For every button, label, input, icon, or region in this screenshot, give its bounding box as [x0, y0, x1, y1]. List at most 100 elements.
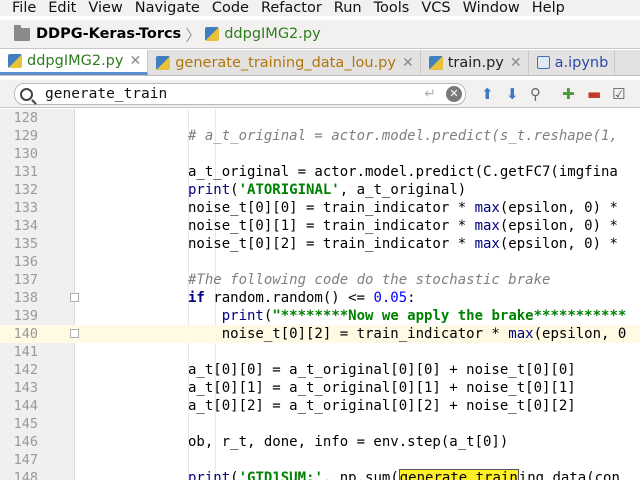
code-editor[interactable]: 128 129 # a_t_original = actor.model.predi…: [0, 109, 640, 480]
code-line[interactable]: 129 # a_t_original = actor.model.predict(…: [0, 127, 640, 145]
clear-search-icon[interactable]: ✕: [446, 86, 462, 102]
python-file-icon: [205, 27, 220, 41]
search-input[interactable]: generate_train: [45, 86, 424, 102]
line-number: 135: [13, 236, 38, 252]
remove-selection-icon[interactable]: ▬: [587, 85, 601, 103]
previous-occurrence-icon[interactable]: ⬆: [481, 85, 494, 103]
search-field[interactable]: generate_train ↵ ✕: [14, 83, 466, 105]
tab-train[interactable]: train.py ✕: [421, 50, 529, 75]
code-line[interactable]: 136: [0, 253, 640, 271]
line-number: 139: [13, 308, 38, 324]
tab-label: ddpgIMG2.py: [27, 53, 124, 69]
line-number: 146: [13, 434, 38, 450]
line-number: 136: [13, 254, 38, 270]
menu-refactor[interactable]: Refactor: [255, 0, 328, 16]
line-number: 133: [13, 200, 38, 216]
breadcrumb-file-label: ddpgIMG2.py: [224, 26, 321, 42]
menu-navigate[interactable]: Navigate: [129, 0, 206, 16]
menu-file[interactable]: File: [0, 0, 42, 16]
code-text[interactable]: # a_t_original = actor.model.predict(s_t…: [188, 127, 618, 145]
tab-a-ipynb[interactable]: a.ipynb: [529, 50, 616, 75]
code-text[interactable]: a_t[0][1] = a_t_original[0][1] + noise_t…: [188, 379, 576, 397]
code-line[interactable]: 145: [0, 415, 640, 433]
code-line[interactable]: 146 ob, r_t, done, info = env.step(a_t[0]…: [0, 433, 640, 451]
code-text[interactable]: #The following code do the stochastic br…: [188, 271, 550, 289]
line-number: 128: [13, 110, 38, 126]
select-all-occurrences-icon[interactable]: ☑: [612, 85, 625, 103]
code-text[interactable]: print("********Now we apply the brake***…: [188, 307, 627, 325]
code-line[interactable]: 128: [0, 109, 640, 127]
code-line[interactable]: 133 noise_t[0][0] = train_indicator * max…: [0, 199, 640, 217]
line-number: 131: [13, 164, 38, 180]
line-number: 134: [13, 218, 38, 234]
code-line[interactable]: 140 noise_t[0][2] = train_indicator * ma…: [0, 325, 640, 343]
python-file-icon: [8, 54, 22, 68]
tab-label: generate_training_data_lou.py: [175, 54, 396, 71]
notebook-file-icon: [536, 56, 550, 69]
tab-label: train.py: [447, 54, 504, 71]
code-line[interactable]: 139 print("********Now we apply the brak…: [0, 307, 640, 325]
line-number: 144: [13, 398, 38, 414]
python-file-icon: [428, 55, 443, 70]
tab-generate-training-data[interactable]: generate_training_data_lou.py ✕: [148, 50, 421, 75]
code-text[interactable]: print('GTD1SUM:', np.sum(generate_traini…: [188, 469, 620, 480]
menu-bar: File Edit View Navigate Code Refactor Run Tools…: [0, 0, 640, 16]
code-text[interactable]: if random.random() <= 0.05:: [188, 289, 416, 307]
code-text[interactable]: a_t[0][0] = a_t_original[0][0] + noise_t…: [188, 361, 576, 379]
find-all-icon[interactable]: ⚲: [530, 85, 541, 103]
line-number: 147: [13, 452, 38, 468]
code-line[interactable]: 141: [0, 343, 640, 361]
code-text[interactable]: noise_t[0][1] = train_indicator * max(ep…: [188, 217, 618, 235]
breadcrumb-separator: 〉: [185, 26, 202, 45]
line-number: 132: [13, 182, 38, 198]
code-line[interactable]: 143 a_t[0][1] = a_t_original[0][1] + nois…: [0, 379, 640, 397]
code-line[interactable]: 131 a_t_original = actor.model.predict(C.…: [0, 163, 640, 181]
menu-window[interactable]: Window: [457, 0, 526, 16]
fold-marker-icon[interactable]: [70, 293, 79, 302]
menu-tools[interactable]: Tools: [368, 0, 416, 16]
menu-view[interactable]: View: [82, 0, 128, 16]
search-icon[interactable]: [20, 87, 33, 101]
menu-vcs[interactable]: VCS: [415, 0, 456, 16]
code-line[interactable]: 135 noise_t[0][2] = train_indicator * max…: [0, 235, 640, 253]
menu-help[interactable]: Help: [526, 0, 571, 16]
line-number: 130: [13, 146, 38, 162]
code-text[interactable]: print('ATORIGINAL', a_t_original): [188, 181, 466, 199]
code-line[interactable]: 138 if random.random() <= 0.05:: [0, 289, 640, 307]
breadcrumb-project-label: DDPG-Keras-Torcs: [36, 26, 182, 42]
code-text[interactable]: ob, r_t, done, info = env.step(a_t[0]): [188, 433, 508, 451]
code-line[interactable]: 130: [0, 145, 640, 163]
code-text[interactable]: a_t[0][2] = a_t_original[0][2] + noise_t…: [188, 397, 576, 415]
close-icon[interactable]: ✕: [510, 55, 522, 71]
menu-edit[interactable]: Edit: [42, 0, 82, 16]
menu-run[interactable]: Run: [328, 0, 368, 16]
tab-ddpgimg2[interactable]: ddpgIMG2.py ✕: [0, 50, 149, 75]
code-text[interactable]: noise_t[0][0] = train_indicator * max(ep…: [188, 199, 618, 217]
breadcrumb-file[interactable]: ddpgIMG2.py: [205, 26, 321, 42]
code-text[interactable]: noise_t[0][2] = train_indicator * max(ep…: [188, 235, 618, 253]
python-file-icon: [156, 55, 171, 70]
next-occurrence-icon[interactable]: ⬇: [506, 85, 519, 103]
code-line[interactable]: 142 a_t[0][0] = a_t_original[0][0] + nois…: [0, 361, 640, 379]
code-line[interactable]: 148 print('GTD1SUM:', np.sum(generate_tra…: [0, 469, 640, 480]
close-icon[interactable]: ✕: [402, 55, 414, 71]
code-line[interactable]: 132 print('ATORIGINAL', a_t_original): [0, 181, 640, 199]
fold-marker-icon[interactable]: [70, 329, 79, 338]
line-number: 140: [0, 325, 38, 343]
tab-label: a.ipynb: [554, 54, 609, 71]
line-number: 145: [13, 416, 38, 432]
line-number: 143: [13, 380, 38, 396]
breadcrumb-project[interactable]: DDPG-Keras-Torcs: [14, 24, 182, 42]
code-line[interactable]: 134 noise_t[0][1] = train_indicator * max…: [0, 217, 640, 235]
code-text[interactable]: a_t_original = actor.model.predict(C.get…: [188, 163, 618, 181]
code-text[interactable]: noise_t[0][2] = train_indicator * max(ep…: [188, 325, 627, 343]
line-number: 142: [13, 362, 38, 378]
menu-code[interactable]: Code: [206, 0, 255, 16]
line-number: 148: [13, 470, 38, 480]
code-line[interactable]: 137 #The following code do the stochastic…: [0, 271, 640, 289]
code-line[interactable]: 147: [0, 451, 640, 469]
line-number: 141: [13, 344, 38, 360]
code-line[interactable]: 144 a_t[0][2] = a_t_original[0][2] + nois…: [0, 397, 640, 415]
add-selection-icon[interactable]: ✚: [562, 85, 575, 103]
close-icon[interactable]: ✕: [129, 53, 141, 69]
